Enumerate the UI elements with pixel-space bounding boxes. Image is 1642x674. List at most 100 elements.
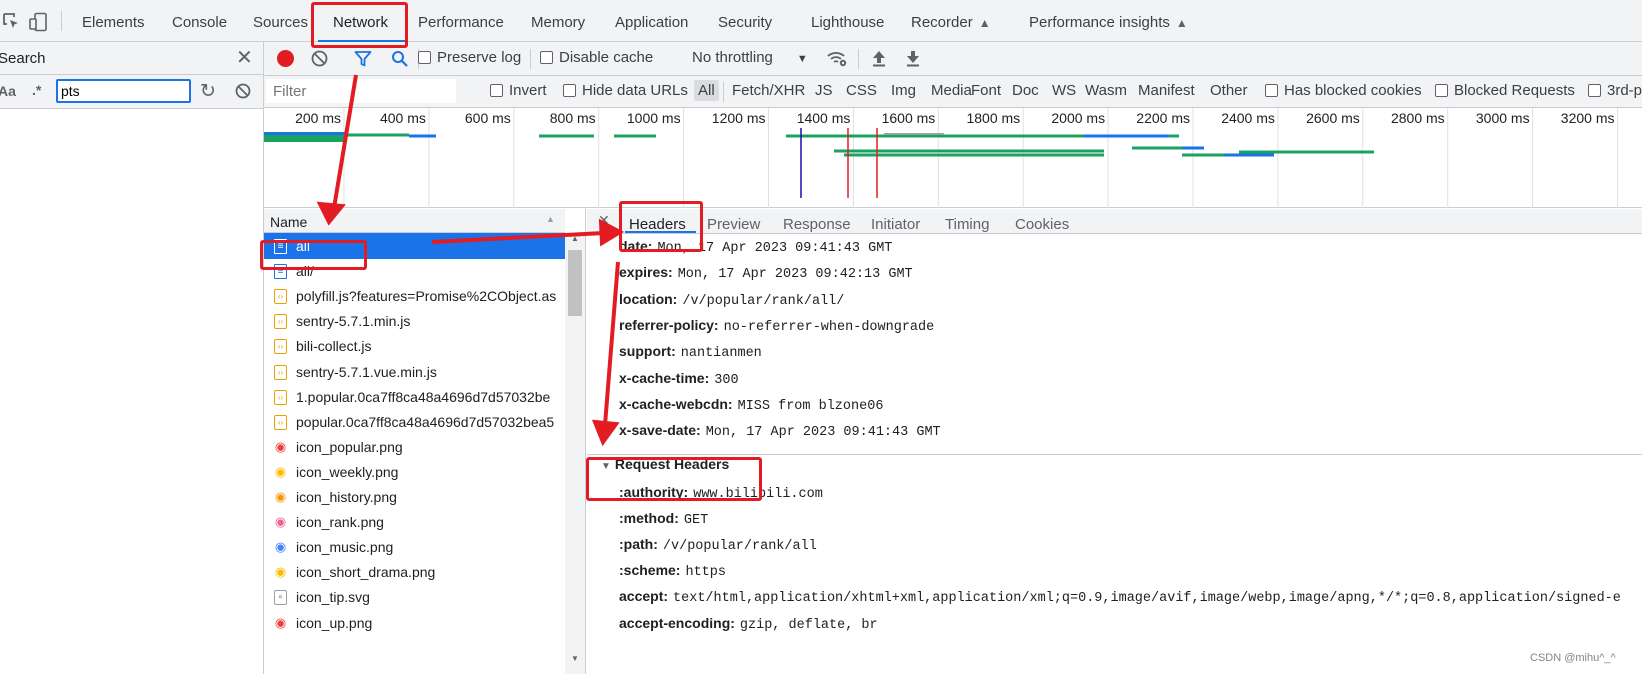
- image-icon: ◉: [274, 564, 287, 580]
- hide-data-urls-label: Hide data URLs: [582, 82, 688, 99]
- timeline-tick-label: 2600 ms: [1306, 110, 1360, 126]
- type-filter-fetch-xhr[interactable]: Fetch/XHR: [732, 82, 805, 99]
- invert-checkbox[interactable]: Invert: [490, 82, 547, 99]
- tab-preview[interactable]: Preview: [707, 216, 760, 233]
- type-filter-font[interactable]: Font: [971, 82, 1001, 99]
- timeline-overview[interactable]: 200 ms 400 ms 600 ms 800 ms 1000 ms 1200 ms 14…: [264, 108, 1642, 208]
- tab-timing[interactable]: Timing: [945, 216, 989, 233]
- record-button[interactable]: [277, 50, 294, 67]
- table-row[interactable]: ‹› sentry-5.7.1.min.js: [264, 308, 565, 334]
- tab-sources[interactable]: Sources: [253, 14, 308, 31]
- header-name: accept-encoding:: [619, 614, 735, 631]
- type-filter-other[interactable]: Other: [1210, 82, 1248, 99]
- filter-funnel-icon[interactable]: [354, 50, 372, 68]
- table-row[interactable]: ‹› bili-collect.js: [264, 333, 565, 359]
- tab-initiator[interactable]: Initiator: [871, 216, 920, 233]
- preserve-log-label: Preserve log: [437, 49, 522, 66]
- inspect-element-icon[interactable]: [2, 12, 20, 30]
- tab-performance-insights[interactable]: Performance insights ▲: [1029, 14, 1188, 31]
- tab-memory[interactable]: Memory: [531, 14, 585, 31]
- tab-response[interactable]: Response: [783, 216, 851, 233]
- table-row[interactable]: ‹› polyfill.js?features=Promise%2CObject.…: [264, 283, 565, 309]
- has-blocked-cookies-checkbox[interactable]: Has blocked cookies: [1265, 82, 1422, 99]
- export-har-icon[interactable]: [905, 48, 921, 68]
- experiment-flask-icon: ▲: [978, 16, 991, 30]
- script-icon: ‹›: [274, 414, 287, 430]
- table-row[interactable]: ◉ icon_history.png: [264, 484, 565, 510]
- header-value: nantianmen: [680, 346, 762, 362]
- scrollbar[interactable]: ▲ ▼: [565, 233, 585, 674]
- header-row: x-cache-time: 300: [619, 370, 739, 388]
- type-filter-js[interactable]: JS: [815, 82, 833, 99]
- regex-toggle[interactable]: .*: [32, 82, 41, 98]
- table-row[interactable]: ◉ icon_music.png: [264, 534, 565, 560]
- type-filter-media[interactable]: Media: [931, 82, 972, 99]
- header-value: Mon, 17 Apr 2023 09:41:43 GMT: [705, 425, 941, 441]
- tab-application[interactable]: Application: [615, 14, 688, 31]
- table-row[interactable]: ◉ icon_popular.png: [264, 434, 565, 460]
- close-icon[interactable]: ✕: [598, 212, 610, 229]
- type-filter-all[interactable]: All: [694, 80, 719, 101]
- table-row[interactable]: ◉ icon_rank.png: [264, 509, 565, 535]
- annotation-box-request-headers: [586, 457, 762, 501]
- import-har-icon[interactable]: [871, 48, 887, 68]
- third-party-checkbox[interactable]: 3rd-p: [1588, 82, 1642, 99]
- search-icon[interactable]: [391, 50, 409, 68]
- header-row: referrer-policy: no-referrer-when-downgra…: [619, 317, 934, 335]
- timeline-tick-label: 400 ms: [380, 110, 426, 126]
- script-icon: ‹›: [274, 389, 287, 405]
- header-row: expires: Mon, 17 Apr 2023 09:42:13 GMT: [619, 264, 913, 282]
- hide-data-urls-checkbox[interactable]: Hide data URLs: [563, 82, 688, 99]
- tab-lighthouse[interactable]: Lighthouse: [811, 14, 884, 31]
- tab-cookies[interactable]: Cookies: [1015, 216, 1069, 233]
- disable-cache-checkbox[interactable]: Disable cache: [540, 49, 653, 66]
- table-row[interactable]: ◉ icon_weekly.png: [264, 459, 565, 485]
- tab-elements[interactable]: Elements: [82, 14, 145, 31]
- tab-recorder[interactable]: Recorder ▲: [911, 14, 991, 31]
- type-filter-manifest[interactable]: Manifest: [1138, 82, 1195, 99]
- header-row: x-cache-webcdn: MISS from blzone06: [619, 396, 883, 414]
- table-row[interactable]: ◉ icon_short_drama.png: [264, 559, 565, 585]
- request-details-pane: ✕ Headers Preview Response Initiator Tim…: [587, 209, 1642, 674]
- scroll-up-icon[interactable]: ▲: [571, 234, 579, 243]
- timeline-chart: 200 ms 400 ms 600 ms 800 ms 1000 ms 1200 ms 14…: [264, 108, 1618, 208]
- clear-icon[interactable]: [311, 50, 328, 67]
- column-header-name[interactable]: Name: [270, 214, 307, 230]
- sort-up-icon[interactable]: ▲: [546, 214, 555, 224]
- header-value: /v/popular/rank/all: [662, 539, 817, 555]
- table-row[interactable]: ‹› popular.0ca7ff8ca48a4696d7d57032bea5: [264, 409, 565, 435]
- header-name: :scheme:: [619, 562, 681, 579]
- search-input[interactable]: [56, 79, 191, 103]
- filter-input[interactable]: [266, 79, 456, 103]
- svg-icon: ⚬: [274, 590, 287, 606]
- table-row[interactable]: ◉ icon_up.png: [264, 610, 565, 636]
- refresh-icon[interactable]: ↻: [200, 80, 216, 103]
- table-row[interactable]: ‹› sentry-5.7.1.vue.min.js: [264, 359, 565, 385]
- close-icon[interactable]: ✕: [236, 48, 253, 68]
- throttling-value: No throttling: [692, 49, 773, 66]
- type-filter-wasm[interactable]: Wasm: [1085, 82, 1127, 99]
- scroll-down-icon[interactable]: ▼: [571, 654, 579, 663]
- request-name: icon_popular.png: [296, 438, 403, 455]
- type-filter-ws[interactable]: WS: [1052, 82, 1076, 99]
- type-filter-doc[interactable]: Doc: [1012, 82, 1039, 99]
- table-row[interactable]: ‹› 1.popular.0ca7ff8ca48a4696d7d57032be: [264, 384, 565, 410]
- preserve-log-checkbox[interactable]: Preserve log: [418, 49, 521, 66]
- clear-search-icon[interactable]: [235, 83, 251, 99]
- timeline-tick-label: 600 ms: [465, 110, 511, 126]
- network-conditions-icon[interactable]: [826, 48, 848, 68]
- tab-security[interactable]: Security: [718, 14, 772, 31]
- header-name: x-save-date:: [619, 422, 701, 439]
- section-divider: [587, 454, 1642, 455]
- device-toolbar-icon[interactable]: [28, 12, 48, 32]
- tab-console[interactable]: Console: [172, 14, 227, 31]
- throttling-select[interactable]: No throttling ▼: [692, 49, 808, 66]
- scrollbar-thumb[interactable]: [568, 250, 582, 316]
- match-case-toggle[interactable]: Aa: [0, 83, 16, 99]
- table-row[interactable]: ⚬ icon_tip.svg: [264, 584, 565, 610]
- blocked-requests-checkbox[interactable]: Blocked Requests: [1435, 82, 1575, 99]
- type-filter-css[interactable]: CSS: [846, 82, 877, 99]
- timeline-tick-label: 3200 ms: [1561, 110, 1615, 126]
- type-filter-img[interactable]: Img: [891, 82, 916, 99]
- tab-performance[interactable]: Performance: [418, 14, 504, 31]
